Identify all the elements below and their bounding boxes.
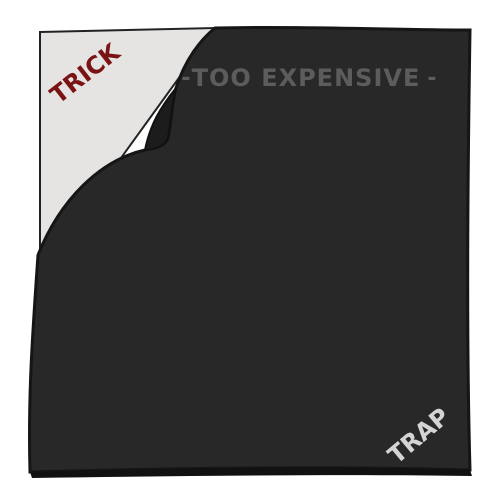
illustration-canvas: TRICK - TOO EXPENSIVE - TRAP xyxy=(27,25,472,478)
illustration: TRICK - TOO EXPENSIVE - TRAP xyxy=(0,0,500,500)
banner-right-dash: - xyxy=(427,66,436,91)
banner-left-dash: - xyxy=(181,66,190,91)
banner-label: TOO EXPENSIVE xyxy=(192,64,421,92)
